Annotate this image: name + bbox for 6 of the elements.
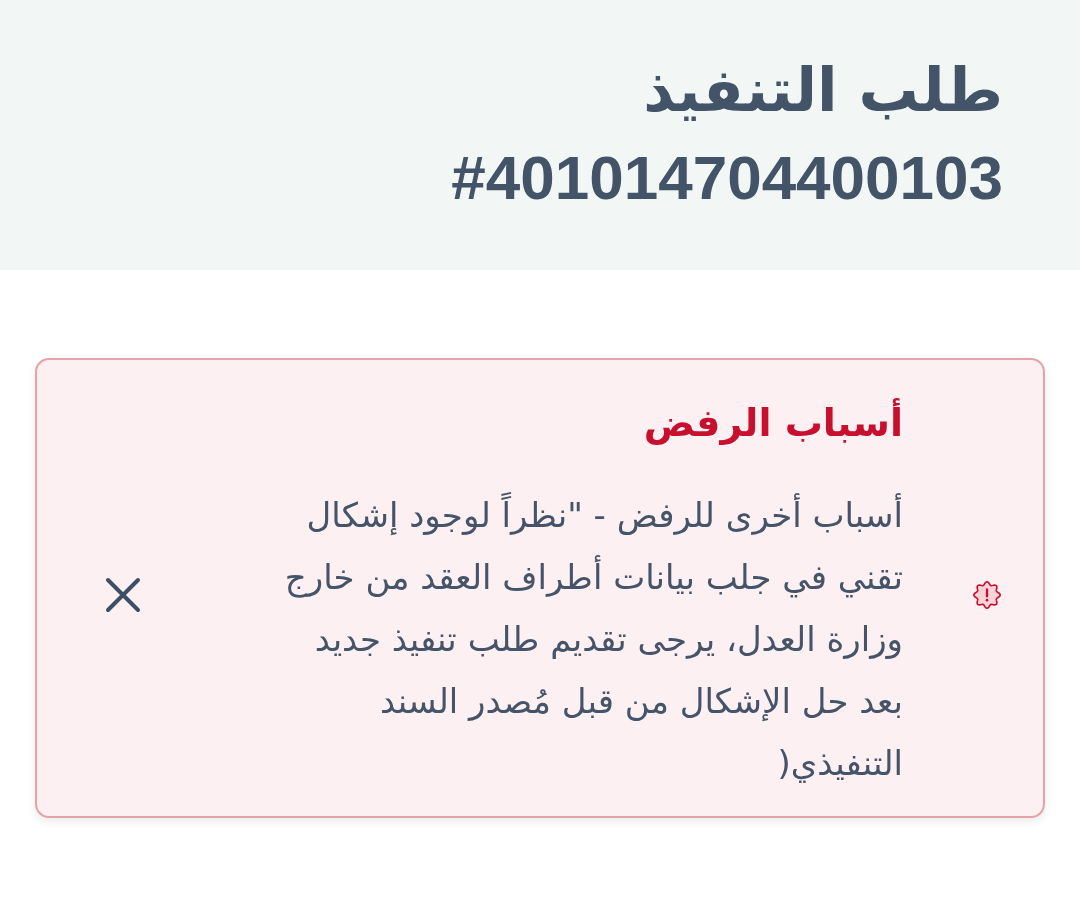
page-title: طلب التنفيذ [642,54,1003,127]
alert-title: أسباب الرفض [241,396,903,450]
alert-badge-icon [973,581,1001,609]
request-number: #401014704400103 [451,142,1003,214]
close-icon [103,575,143,615]
alert-message: أسباب أخرى للرفض - "نظراً لوجود إشكال تقني في جلب بيانات أطراف العقد من خارج وزارة العدل، يرجى تقديم طلب تنفيذ جديد بعد حل الإشكال من قبل مُصدر السند التنفيذي( [278,484,903,794]
